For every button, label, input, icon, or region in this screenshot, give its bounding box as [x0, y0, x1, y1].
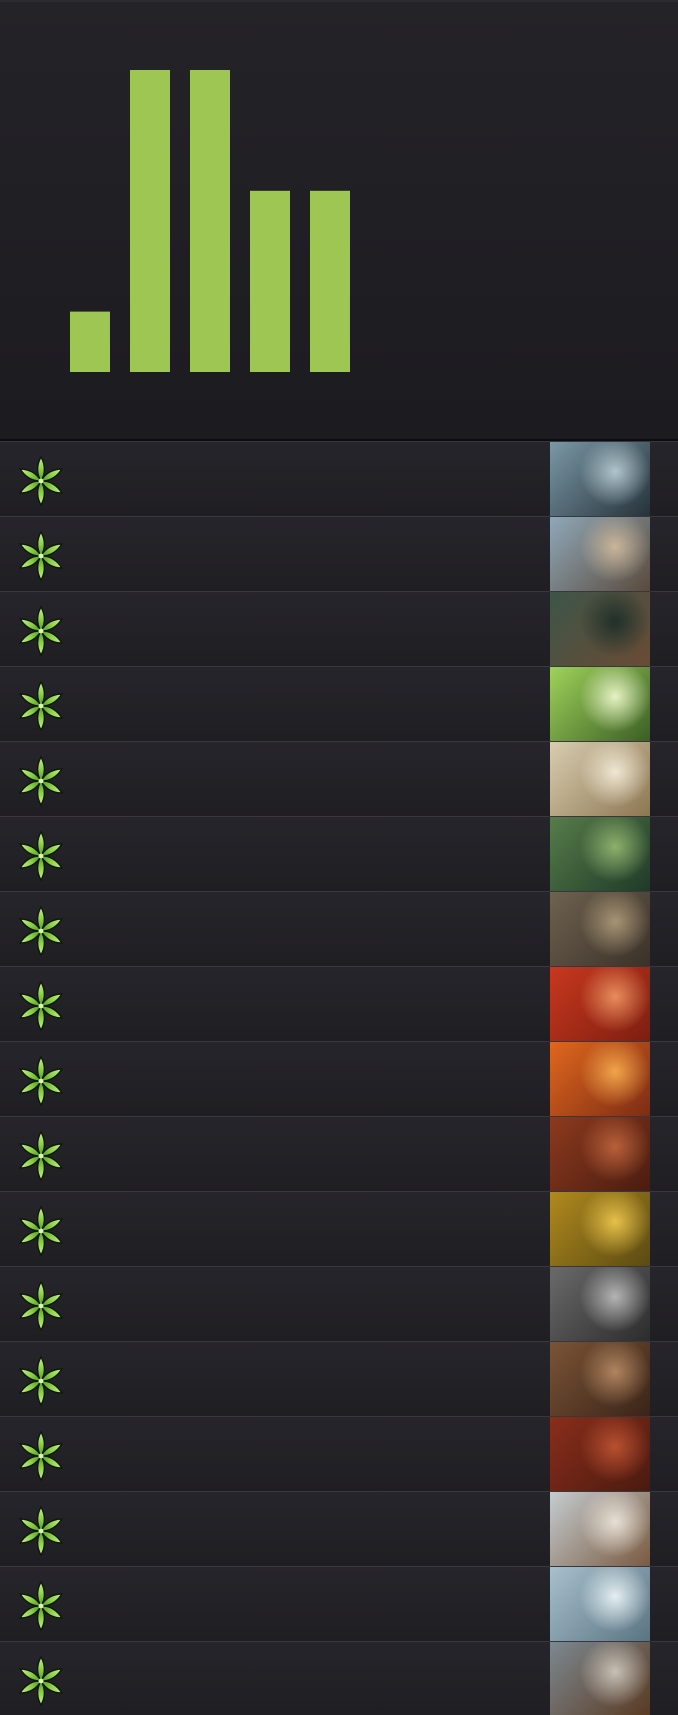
- green-leaf-mana-icon: [18, 1655, 64, 1707]
- card-row[interactable]: [0, 741, 678, 816]
- green-leaf-mana-icon: [18, 1355, 64, 1407]
- card-art-thumbnail: [550, 1492, 650, 1566]
- card-art-thumbnail: [550, 1042, 650, 1116]
- card-art-thumbnail: [550, 1192, 650, 1266]
- card-row[interactable]: [0, 1641, 678, 1715]
- card-art-thumbnail: [550, 1267, 650, 1341]
- green-leaf-mana-icon: [18, 980, 64, 1032]
- card-art-thumbnail: [550, 517, 650, 591]
- card-art-thumbnail: [550, 667, 650, 741]
- card-row[interactable]: [0, 1491, 678, 1566]
- green-leaf-mana-icon: [18, 605, 64, 657]
- green-leaf-mana-icon: [18, 830, 64, 882]
- card-row[interactable]: [0, 1341, 678, 1416]
- card-row[interactable]: [0, 1416, 678, 1491]
- card-art-thumbnail: [550, 442, 650, 516]
- green-leaf-mana-icon: [18, 1280, 64, 1332]
- card-row[interactable]: [0, 891, 678, 966]
- card-row[interactable]: [0, 441, 678, 516]
- green-leaf-mana-icon: [18, 1580, 64, 1632]
- card-art-thumbnail: [550, 1417, 650, 1491]
- mana-curve-panel: [0, 2, 678, 439]
- green-leaf-mana-icon: [18, 1130, 64, 1182]
- card-row[interactable]: [0, 516, 678, 591]
- green-leaf-mana-icon: [18, 1430, 64, 1482]
- curve-bar-4: [250, 190, 290, 372]
- green-leaf-mana-icon: [18, 1205, 64, 1257]
- card-art-thumbnail: [550, 967, 650, 1041]
- card-row[interactable]: [0, 1266, 678, 1341]
- card-row[interactable]: [0, 1566, 678, 1641]
- card-art-thumbnail: [550, 1567, 650, 1641]
- deck-curve-view: [0, 0, 678, 1715]
- curve-bar-5: [310, 190, 350, 372]
- card-art-thumbnail: [550, 592, 650, 666]
- card-art-thumbnail: [550, 742, 650, 816]
- green-leaf-mana-icon: [18, 755, 64, 807]
- card-art-thumbnail: [550, 817, 650, 891]
- card-row[interactable]: [0, 1116, 678, 1191]
- mana-curve-chart: [70, 70, 350, 372]
- curve-bar-2: [130, 70, 170, 372]
- green-leaf-mana-icon: [18, 530, 64, 582]
- green-leaf-mana-icon: [18, 1055, 64, 1107]
- green-leaf-mana-icon: [18, 680, 64, 732]
- card-row[interactable]: [0, 1041, 678, 1116]
- card-art-thumbnail: [550, 1117, 650, 1191]
- green-leaf-mana-icon: [18, 905, 64, 957]
- card-row[interactable]: [0, 591, 678, 666]
- green-leaf-mana-icon: [18, 455, 64, 507]
- curve-bar-3: [190, 70, 230, 372]
- card-row[interactable]: [0, 816, 678, 891]
- green-leaf-mana-icon: [18, 1505, 64, 1557]
- card-art-thumbnail: [550, 1342, 650, 1416]
- card-art-thumbnail: [550, 1642, 650, 1715]
- card-list: [0, 441, 678, 1715]
- card-row[interactable]: [0, 1191, 678, 1266]
- card-row[interactable]: [0, 666, 678, 741]
- card-art-thumbnail: [550, 892, 650, 966]
- card-row[interactable]: [0, 966, 678, 1041]
- curve-bar-1: [70, 311, 110, 372]
